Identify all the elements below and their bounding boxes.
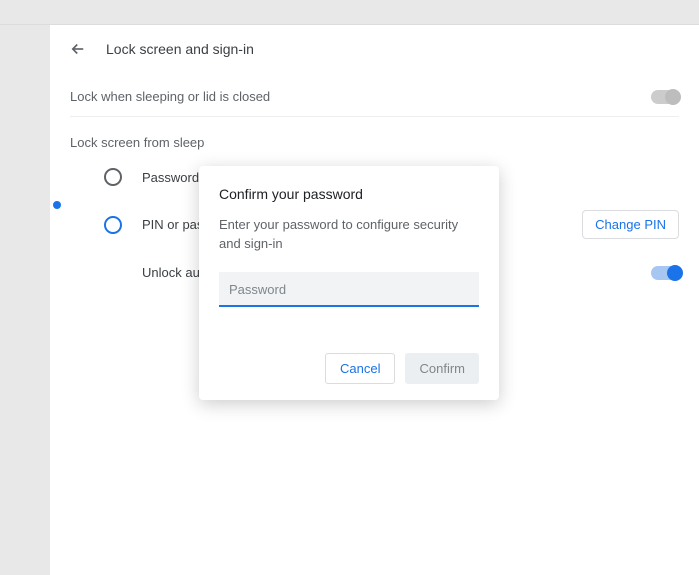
password-input[interactable] bbox=[219, 272, 479, 307]
dialog-actions: Cancel Confirm bbox=[219, 353, 479, 384]
password-field-wrap bbox=[219, 272, 479, 307]
dialog-text: Enter your password to configure securit… bbox=[219, 216, 479, 254]
dialog-title: Confirm your password bbox=[219, 186, 479, 202]
confirm-password-dialog: Confirm your password Enter your passwor… bbox=[199, 166, 499, 400]
confirm-button[interactable]: Confirm bbox=[405, 353, 479, 384]
cancel-button[interactable]: Cancel bbox=[325, 353, 395, 384]
